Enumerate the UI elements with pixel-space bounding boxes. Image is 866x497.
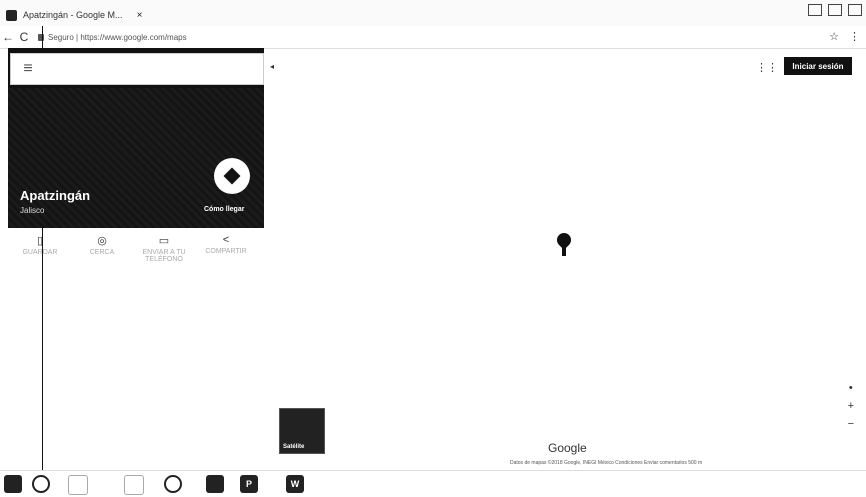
directions-label[interactable]: Cómo llegar — [204, 206, 244, 213]
collapse-panel-icon[interactable]: ◂ — [270, 62, 274, 71]
url-prefix: Seguro — [48, 32, 74, 42]
maps-favicon-icon — [6, 9, 17, 21]
place-actions: ▯ GUARDAR ◎ CERCA ▭ ENVIAR A TU TELÉFONO… — [14, 234, 264, 263]
place-subtitle: Jalisco — [20, 206, 45, 215]
start-icon[interactable] — [4, 475, 22, 493]
map-footer: Datos de mapas ©2018 Google, INEGI Méxic… — [510, 460, 703, 466]
tab-title: Apatzingán - Google M... — [23, 10, 123, 20]
action-save[interactable]: ▯ GUARDAR — [14, 234, 66, 263]
action-send-phone[interactable]: ▭ ENVIAR A TU TELÉFONO — [138, 234, 190, 263]
directions-button[interactable] — [214, 158, 250, 194]
signin-button[interactable]: Iniciar sesión — [784, 57, 852, 75]
search-box[interactable]: ≡ — [10, 53, 264, 85]
hamburger-menu-icon[interactable]: ≡ — [11, 60, 45, 78]
google-logo: Google — [548, 441, 587, 455]
address-bar: ← C Seguro | https://www.google.com/maps… — [0, 26, 866, 49]
tab-close-icon[interactable]: × — [137, 10, 143, 21]
share-icon: < — [222, 234, 230, 246]
word-icon[interactable]: W — [286, 475, 304, 493]
satellite-label: Satélite — [283, 444, 305, 450]
browser-titlebar: Apatzingán - Google M... × — [0, 0, 866, 27]
maximize-icon[interactable] — [828, 4, 842, 16]
edge-icon[interactable] — [68, 475, 88, 495]
address-actions: ☆ ⋮ — [829, 30, 860, 43]
apps-grid-icon[interactable]: ⋮⋮ — [756, 61, 778, 74]
map-controls: • + − — [848, 382, 854, 430]
chrome-icon[interactable] — [32, 475, 50, 493]
window-controls — [808, 4, 862, 16]
map-pin-tail — [562, 247, 566, 256]
bookmark-icon: ▯ — [36, 235, 44, 247]
bookmark-star-icon[interactable]: ☆ — [829, 30, 839, 43]
action-label: CERCA — [89, 249, 115, 256]
satellite-toggle[interactable]: Satélite — [279, 408, 325, 454]
action-share[interactable]: < COMPARTIR — [200, 234, 252, 263]
back-icon[interactable]: ← — [0, 30, 16, 44]
reload-icon[interactable]: C — [16, 30, 32, 44]
phone-icon: ▭ — [158, 235, 170, 247]
taskbar: P W — [0, 470, 866, 497]
lock-icon — [38, 33, 44, 41]
action-nearby[interactable]: ◎ CERCA — [76, 234, 128, 263]
url-input[interactable]: Seguro | https://www.google.com/maps — [48, 33, 808, 42]
zoom-out-icon[interactable]: − — [848, 418, 854, 430]
zoom-in-icon[interactable]: + — [848, 400, 854, 412]
search-icon[interactable] — [164, 475, 182, 493]
browser-tab[interactable]: Apatzingán - Google M... × — [6, 6, 142, 24]
browser-menu-icon[interactable]: ⋮ — [849, 30, 860, 43]
nearby-icon: ◎ — [97, 235, 107, 247]
compass-icon[interactable]: • — [849, 382, 853, 394]
place-title: Apatzingán — [20, 188, 91, 203]
place-panel: ≡ Apatzingán Jalisco Cómo llegar — [8, 48, 264, 228]
directions-icon — [223, 167, 241, 185]
url-text: https://www.google.com/maps — [80, 32, 187, 42]
minimize-icon[interactable] — [808, 4, 822, 16]
powerpoint-icon[interactable]: P — [240, 475, 258, 493]
firefox-icon[interactable] — [206, 475, 224, 493]
action-label: ENVIAR A TU TELÉFONO — [142, 249, 186, 263]
taskbar-app-icon[interactable] — [124, 475, 144, 495]
action-label: GUARDAR — [22, 249, 58, 256]
action-label: COMPARTIR — [205, 248, 247, 255]
close-window-icon[interactable] — [848, 4, 862, 16]
